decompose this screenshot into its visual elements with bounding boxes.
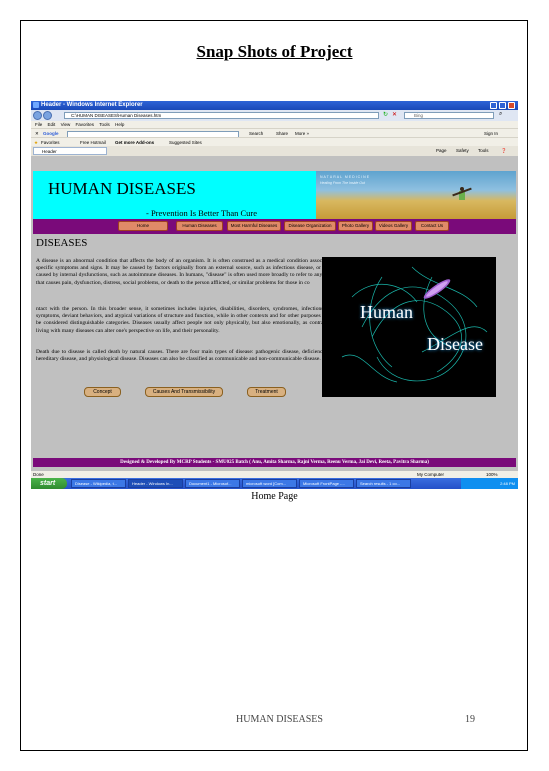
person-figure-icon [452, 187, 472, 207]
browser-screenshot: Header - Windows Internet Explorer C:\HU… [31, 101, 518, 489]
status-bar: Done My Computer 100% [31, 471, 518, 478]
security-zone: My Computer [417, 472, 445, 477]
nav-contact-us[interactable]: Contact Us [415, 221, 449, 231]
menu-bar: File Edit View Favorites Tools Help [31, 121, 518, 128]
section-heading: DISEASES [36, 237, 88, 249]
tools-menu[interactable]: Tools [478, 146, 489, 156]
concept-button[interactable]: Concept [84, 387, 121, 397]
search-icon[interactable]: ⌕ [499, 111, 502, 118]
safety-menu[interactable]: Safety [456, 146, 469, 156]
menu-file[interactable]: File [35, 122, 42, 127]
help-icon[interactable]: ❓ [501, 146, 507, 156]
nav-most-harmful[interactable]: Most Harmful Diseases [227, 221, 281, 231]
image-text-human: Human [360, 302, 413, 322]
menu-edit[interactable]: Edit [48, 122, 56, 127]
window-titlebar: Header - Windows Internet Explorer [31, 101, 518, 110]
menu-help[interactable]: Help [115, 122, 124, 127]
nav-home[interactable]: Home [118, 221, 168, 231]
system-tray: 2:48 PM [461, 478, 518, 489]
site-title: HUMAN DISEASES [48, 179, 196, 198]
clock: 2:48 PM [500, 481, 515, 486]
back-icon[interactable] [33, 111, 42, 120]
banner-image: NATURAL MEDICINE Healing From The Inside… [316, 171, 516, 219]
banner-text-2: Healing From The Inside Out [320, 181, 365, 185]
nav-disease-organization[interactable]: Disease Organization [284, 221, 336, 231]
document-heading: Snap Shots of Project [196, 42, 353, 61]
ie-icon [33, 102, 39, 108]
stop-icon[interactable]: ✕ [392, 111, 397, 118]
nav-videos-gallery[interactable]: Videos Gallery [375, 221, 412, 231]
search-input[interactable]: Bing [404, 112, 494, 119]
site-footer: Designed & Developed By MCRP Students - … [33, 458, 516, 467]
address-input[interactable]: C:\HUMAN DISEASES\Human Diseases.htm [64, 112, 379, 119]
maximize-button[interactable] [499, 102, 506, 109]
tab-header[interactable]: Header [33, 147, 107, 155]
treatment-button[interactable]: Treatment [247, 387, 286, 397]
close-button[interactable] [508, 102, 515, 109]
tab-row: Header Page Safety Tools ❓ [31, 146, 518, 156]
causes-button[interactable]: Causes And Transmissibility [145, 387, 223, 397]
web-content: HUMAN DISEASES - Prevention Is Better Th… [33, 171, 516, 481]
taskbar-item[interactable]: microsoft word [Com... [242, 479, 297, 488]
taskbar-item[interactable]: Disease - Wikipedia, t... [71, 479, 126, 488]
site-tagline: - Prevention Is Better Than Cure [146, 208, 258, 218]
human-disease-image: Human Disease [322, 257, 496, 397]
banner-text-1: NATURAL MEDICINE [320, 175, 371, 179]
virus-illustration-icon [341, 266, 488, 383]
page-menu[interactable]: Page [436, 146, 447, 156]
page-footer-title: HUMAN DISEASES [236, 714, 323, 725]
menu-tools[interactable]: Tools [99, 122, 110, 127]
taskbar-item[interactable]: Microsoft FrontPage -... [299, 479, 354, 488]
taskbar-item[interactable]: Document1 - Microsof... [185, 479, 240, 488]
image-text-disease: Disease [427, 334, 483, 354]
paragraph-1: A disease is an abnormal condition that … [36, 258, 345, 286]
forward-icon[interactable] [43, 111, 52, 120]
window-title: Header - Windows Internet Explorer [41, 102, 143, 108]
menu-view[interactable]: View [61, 122, 71, 127]
menu-favorites[interactable]: Favorites [76, 122, 95, 127]
figure-caption: Home Page [251, 491, 298, 502]
taskbar-item[interactable]: Search results - 1 co... [356, 479, 411, 488]
page-number: 19 [465, 714, 475, 725]
start-button[interactable]: start [31, 478, 67, 489]
address-bar-row: C:\HUMAN DISEASES\Human Diseases.htm ↻ ✕… [31, 110, 518, 121]
paragraph-3: Death due to disease is called death by … [36, 349, 345, 363]
nav-human-diseases[interactable]: Human Diseases [176, 221, 223, 231]
taskbar-item[interactable]: Header - Windows In... [128, 479, 183, 488]
minimize-button[interactable] [490, 102, 497, 109]
windows-taskbar: start Disease - Wikipedia, t... Header -… [31, 478, 518, 489]
site-navbar: Home Human Diseases Most Harmful Disease… [33, 219, 516, 234]
paragraph-2: ntact with the person. In this broader s… [36, 306, 345, 334]
status-text: Done [33, 472, 44, 477]
refresh-icon[interactable]: ↻ [383, 111, 388, 118]
nav-photo-gallery[interactable]: Photo Gallery [338, 221, 373, 231]
zoom-level[interactable]: 100% [486, 471, 498, 478]
site-banner: HUMAN DISEASES - Prevention Is Better Th… [33, 171, 516, 219]
